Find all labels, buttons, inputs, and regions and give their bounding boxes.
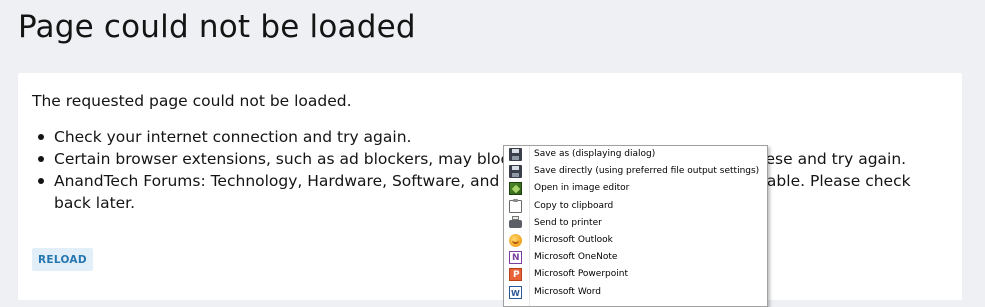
menu-item-label: Copy to clipboard: [534, 200, 614, 211]
menu-item-label: Save directly (using preferred file outp…: [534, 166, 760, 177]
reason-text: Check your internet connection and try a…: [54, 128, 412, 146]
menu-item-powerpoint[interactable]: Microsoft Powerpoint: [504, 266, 767, 284]
bullet-icon: [38, 156, 44, 162]
menu-item-label: Send to printer: [534, 217, 602, 228]
menu-item-outlook[interactable]: Microsoft Outlook: [504, 232, 767, 249]
menu-item-open-image-editor[interactable]: Open in image editor: [504, 180, 767, 197]
menu-item-save-as[interactable]: Save as (displaying dialog): [504, 146, 767, 163]
screenshot-context-menu: Save as (displaying dialog) Save directl…: [503, 145, 768, 307]
menu-item-label: Open in image editor: [534, 183, 630, 194]
list-item: Check your internet connection and try a…: [32, 126, 952, 148]
menu-item-onenote[interactable]: Microsoft OneNote: [504, 249, 767, 267]
menu-item-save-directly[interactable]: Save directly (using preferred file outp…: [504, 163, 767, 180]
bullet-icon: [38, 134, 44, 140]
save-floppy-icon: [509, 165, 522, 179]
image-editor-icon: [509, 182, 522, 196]
word-icon: [509, 285, 522, 302]
error-reasons-list: Check your internet connection and try a…: [32, 126, 952, 214]
powerpoint-icon: [509, 267, 522, 284]
menu-item-label: Microsoft Word: [534, 286, 601, 297]
clipboard-icon: [509, 198, 522, 213]
list-item: Certain browser extensions, such as ad b…: [32, 148, 952, 170]
printer-icon: [509, 215, 522, 228]
outlook-icon: [509, 233, 522, 247]
save-floppy-icon: [509, 148, 522, 161]
onenote-icon: [509, 250, 522, 267]
error-panel: The requested page could not be loaded. …: [18, 73, 962, 300]
error-intro-text: The requested page could not be loaded.: [32, 92, 352, 110]
menu-item-label: Microsoft Powerpoint: [534, 269, 628, 280]
menu-item-copy-clipboard[interactable]: Copy to clipboard: [504, 198, 767, 215]
menu-item-word[interactable]: Microsoft Word: [504, 284, 767, 302]
menu-item-label: Microsoft Outlook: [534, 234, 613, 245]
menu-item-send-printer[interactable]: Send to printer: [504, 215, 767, 232]
list-item: AnandTech Forums: Technology, Hardware, …: [32, 170, 952, 214]
reason-text: Certain browser extensions, such as ad b…: [54, 150, 907, 168]
reason-text: AnandTech Forums: Technology, Hardware, …: [54, 172, 911, 212]
reload-button[interactable]: RELOAD: [32, 248, 93, 271]
menu-item-label: Microsoft OneNote: [534, 252, 618, 263]
bullet-icon: [38, 178, 44, 184]
page-title: Page could not be loaded: [18, 9, 416, 45]
menu-item-label: Save as (displaying dialog): [534, 149, 656, 159]
